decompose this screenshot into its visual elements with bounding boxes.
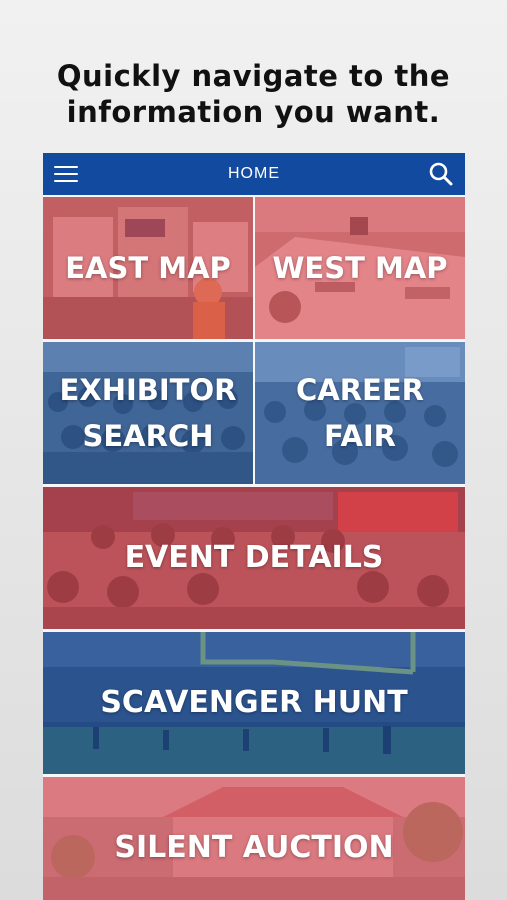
app-screen: HOME EAST MAP WEST MAP EXHIBITOR SEARCH … (43, 153, 465, 900)
tile-label: EXHIBITOR SEARCH (59, 373, 237, 453)
tile-label: WEST MAP (272, 251, 448, 285)
tile-label: EAST MAP (65, 251, 231, 285)
tile-label: EVENT DETAILS (124, 540, 384, 575)
tile-west-map[interactable]: WEST MAP (255, 197, 465, 339)
tile-east-map[interactable]: EAST MAP (43, 197, 253, 339)
tile-label: SILENT AUCTION (114, 830, 394, 865)
search-icon[interactable] (428, 161, 454, 187)
tile-career-fair[interactable]: CAREER FAIR (255, 342, 465, 484)
hamburger-menu-icon[interactable] (54, 163, 80, 185)
tile-scavenger-hunt[interactable]: SCAVENGER HUNT (43, 632, 465, 774)
tile-label: SCAVENGER HUNT (100, 685, 408, 720)
promo-headline: Quickly navigate to the information you … (56, 59, 451, 129)
tile-label: CAREER FAIR (295, 373, 424, 453)
tile-silent-auction[interactable]: SILENT AUCTION (43, 777, 465, 900)
tile-event-details[interactable]: EVENT DETAILS (43, 487, 465, 629)
tile-exhibitor-search[interactable]: EXHIBITOR SEARCH (43, 342, 253, 484)
top-navbar: HOME (43, 153, 465, 195)
nav-title: HOME (228, 165, 280, 182)
